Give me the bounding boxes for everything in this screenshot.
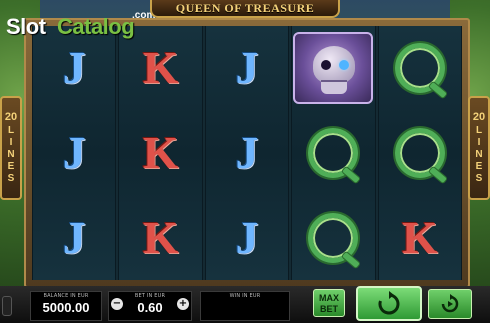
game-title-banner: Queen of Treasure [150, 0, 340, 18]
reel-cell [292, 26, 374, 111]
reel-3: J J J [204, 26, 290, 280]
max-bet-line2: BET [320, 304, 338, 314]
reel-4 [291, 26, 376, 280]
reel-cell: J [33, 195, 115, 280]
symbol-j: J [235, 211, 259, 263]
reel-cell: J [206, 195, 288, 280]
home-icon[interactable] [2, 296, 12, 316]
reel-cell: J [206, 26, 288, 111]
slotcatalog-logo: Slot Catalog .com [6, 6, 156, 40]
reel-frame: J J J K K K J J J K [24, 18, 470, 288]
autoplay-icon [441, 294, 459, 313]
symbol-j: J [62, 211, 86, 263]
lines-letter: E [475, 161, 483, 172]
symbol-k: K [142, 42, 179, 94]
max-bet-line1: MAX [319, 293, 339, 303]
logo-catalog-text: Catalog [57, 14, 135, 39]
skull-symbol-icon [293, 32, 374, 105]
symbol-q [394, 43, 445, 94]
lines-letter: L [475, 125, 483, 136]
symbol-j: J [235, 42, 259, 94]
balance-value: 5000.00 [42, 300, 90, 315]
reels-grid: J J J K K K J J J K [32, 26, 462, 280]
game-title: Queen of Treasure [175, 0, 315, 15]
win-label: WIN IN EUR [229, 293, 261, 299]
reel-cell: K [119, 195, 201, 280]
balance-label: BALANCE IN EUR [43, 293, 89, 299]
reel-2: K K K [118, 26, 203, 280]
lines-count: 20 [472, 111, 486, 123]
reel-5: K [377, 26, 462, 280]
lines-letter: E [7, 161, 15, 172]
reel-cell [292, 195, 374, 280]
reel-cell [379, 111, 461, 196]
reel-1: J J J [32, 26, 117, 280]
lines-letter: I [9, 137, 13, 148]
bet-increase-button[interactable]: + [177, 298, 189, 310]
max-bet-button[interactable]: MAX BET [313, 289, 345, 317]
win-field: WIN IN EUR [200, 291, 290, 321]
lines-letter: N [475, 149, 483, 160]
lines-letter: S [7, 173, 15, 184]
spin-button[interactable] [356, 286, 422, 321]
symbol-k: K [401, 211, 438, 263]
symbol-q [308, 127, 359, 178]
spin-arrow-icon [378, 290, 400, 314]
lines-letter: L [7, 125, 15, 136]
symbol-j: J [235, 126, 259, 178]
reel-cell [292, 111, 374, 196]
logo-slot-text: Slot [6, 14, 46, 39]
balance-field: BALANCE IN EUR 5000.00 [30, 291, 102, 321]
symbol-j: J [62, 42, 86, 94]
reel-cell: J [206, 111, 288, 196]
lines-letter: N [7, 149, 15, 160]
lines-letter: S [475, 173, 483, 184]
reel-cell: K [379, 195, 461, 280]
lines-badge-left: 20 L I N E S [0, 96, 22, 200]
symbol-q [394, 127, 445, 178]
symbol-k: K [142, 211, 179, 263]
reel-cell: K [119, 111, 201, 196]
autoplay-button[interactable] [428, 289, 472, 319]
bet-decrease-button[interactable]: − [111, 298, 123, 310]
symbol-q [308, 212, 359, 263]
symbol-k: K [142, 126, 179, 178]
reel-cell: J [33, 111, 115, 196]
reel-cell [379, 26, 461, 111]
lines-count: 20 [4, 111, 18, 123]
symbol-j: J [62, 126, 86, 178]
lines-letter: I [477, 137, 481, 148]
lines-badge-right: 20 L I N E S [468, 96, 490, 200]
